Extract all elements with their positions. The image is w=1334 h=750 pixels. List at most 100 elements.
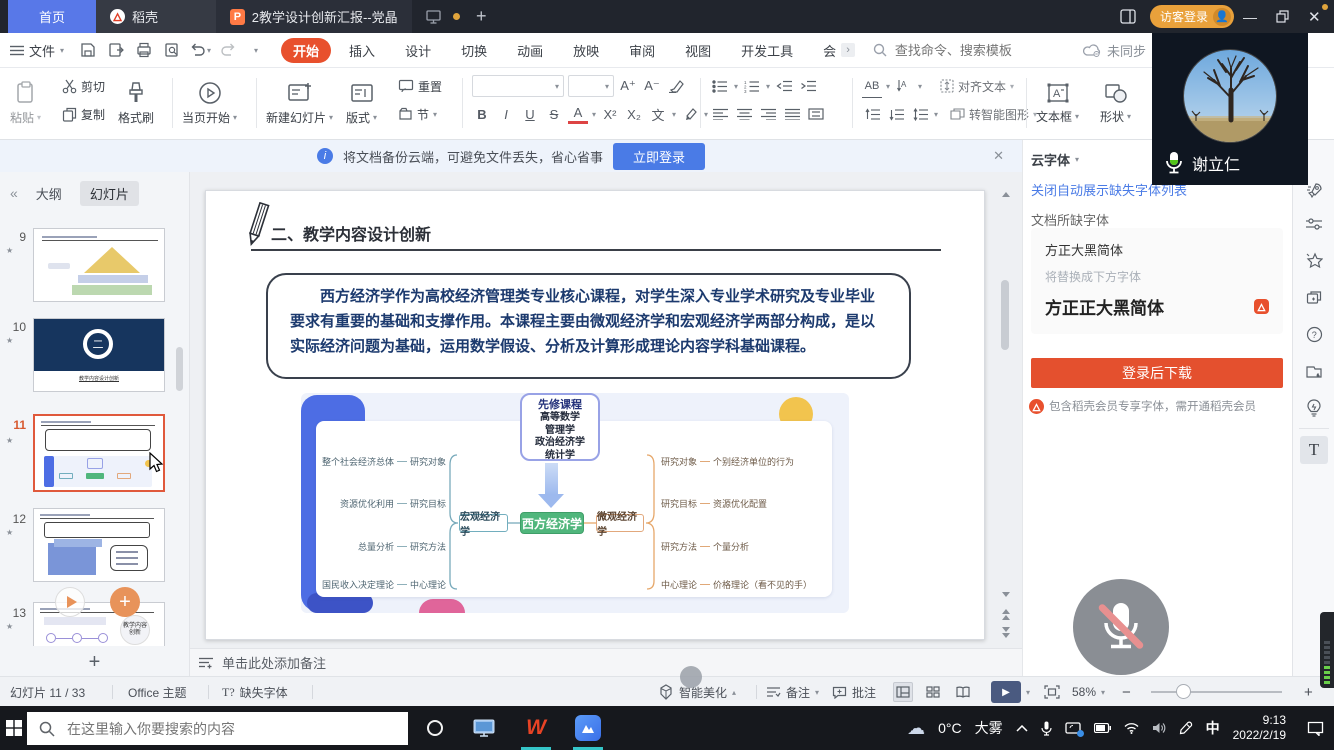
close-notification-icon[interactable]: ✕	[993, 148, 1004, 164]
mute-toggle-button[interactable]	[1073, 579, 1169, 675]
command-search[interactable]	[873, 42, 1043, 59]
new-slide-button[interactable]: 新建幻灯片▾	[266, 72, 333, 134]
pinyin-button[interactable]: 文	[648, 102, 668, 126]
slide-thumbnail-9[interactable]	[33, 228, 165, 302]
mic-tray-icon[interactable]	[1041, 721, 1052, 736]
scroll-down-icon[interactable]	[998, 590, 1014, 599]
slide-thumbnail-12[interactable]	[33, 508, 165, 582]
effects-star-icon[interactable]	[1302, 248, 1326, 272]
restore-button[interactable]	[1276, 0, 1289, 33]
paste-button[interactable]: 粘贴▾	[10, 72, 41, 134]
play-from-current-button[interactable]: 当页开始▾	[182, 72, 237, 134]
menu-tab-review[interactable]: 审阅	[617, 38, 667, 63]
numbered-list-button[interactable]: 123	[742, 74, 762, 98]
zoom-slider-knob[interactable]	[1176, 684, 1191, 699]
undo-icon[interactable]: ▾	[189, 39, 211, 61]
italic-button[interactable]: I	[496, 102, 516, 126]
panel-title[interactable]: 云字体 ▾	[1031, 150, 1079, 169]
align-text-button[interactable]: 对齐文本▾	[940, 72, 1014, 100]
print-preview-icon[interactable]	[161, 39, 183, 61]
play-options-caret[interactable]: ▾	[1026, 677, 1030, 707]
duplicate-window-icon[interactable]	[1302, 285, 1326, 309]
shapes-button[interactable]: 形状▾	[1100, 72, 1131, 134]
chevron-right-icon[interactable]: ›	[841, 43, 855, 57]
wps-app-icon[interactable]: W	[514, 706, 558, 750]
menu-tab-view[interactable]: 视图	[673, 38, 723, 63]
current-slide[interactable]: 二、教学内容设计创新 西方经济学作为高校经济管理类专业核心课程，对学生深入专业学…	[205, 190, 985, 640]
missing-font-status[interactable]: T? 缺失字体	[222, 677, 288, 707]
speaker-icon[interactable]	[1152, 722, 1166, 734]
line-spacing-button[interactable]	[910, 102, 930, 126]
login-now-button[interactable]: 立即登录	[613, 143, 705, 170]
slide-editor[interactable]: 二、教学内容设计创新 西方经济学作为高校经济管理类专业核心课程，对学生深入专业学…	[190, 172, 1022, 648]
comments-button[interactable]: 批注	[832, 677, 876, 707]
zoom-out-button[interactable]: −	[1122, 677, 1131, 707]
adjust-sliders-icon[interactable]	[1302, 212, 1326, 236]
print-icon[interactable]	[133, 39, 155, 61]
increase-font-button[interactable]: A⁺	[618, 74, 638, 98]
text-box-button[interactable]: A 文本框▾	[1036, 72, 1079, 134]
meeting-video-overlay[interactable]: 谢立仁	[1152, 33, 1308, 185]
decrease-indent-button[interactable]	[774, 74, 794, 98]
thumbnails-scrollbar[interactable]	[176, 347, 183, 391]
slide-thumbnail-11-selected[interactable]	[33, 414, 165, 492]
tab-outline[interactable]: 大纲	[36, 184, 62, 203]
menu-tab-slideshow[interactable]: 放映	[561, 38, 611, 63]
align-left-button[interactable]	[710, 102, 730, 126]
intro-text-box[interactable]: 西方经济学作为高校经济管理类专业核心课程，对学生深入专业学术研究及专业毕业要求有…	[266, 273, 911, 379]
layout-button[interactable]: 版式▾	[346, 72, 377, 134]
mindmap-graphic[interactable]: 先修课程 高等数学 管理学 政治经济学 统计学 西方经济学 宏观经济学 微观经济…	[301, 393, 849, 613]
next-slide-button[interactable]	[998, 626, 1014, 638]
zoom-in-button[interactable]: +	[1304, 677, 1313, 707]
reading-view-button[interactable]	[953, 682, 973, 702]
taskbar-search-input[interactable]	[65, 720, 365, 738]
cut-button[interactable]: 剪切	[62, 72, 105, 100]
zoom-slider-track[interactable]	[1151, 691, 1282, 693]
thumb-add-button[interactable]: +	[110, 587, 140, 617]
format-painter-button[interactable]: 格式刷	[118, 72, 154, 134]
ime-indicator[interactable]: 中	[1206, 718, 1220, 738]
normal-view-button[interactable]	[893, 682, 913, 702]
add-slide-button[interactable]: +	[0, 648, 190, 676]
line-spacing-up-button[interactable]	[862, 102, 882, 126]
screen-share-tray-icon[interactable]	[1065, 722, 1081, 735]
download-after-login-button[interactable]: 登录后下载	[1031, 358, 1283, 388]
action-center-icon[interactable]	[1307, 721, 1324, 736]
font-family-select[interactable]: ▾	[472, 75, 564, 97]
align-center-button[interactable]	[734, 102, 754, 126]
command-search-input[interactable]	[893, 42, 1043, 59]
decrease-font-button[interactable]: A⁻	[642, 74, 662, 98]
menu-tab-design[interactable]: 设计	[393, 38, 443, 63]
slide-sorter-view-button[interactable]	[923, 682, 943, 702]
highlight-button[interactable]	[680, 102, 700, 126]
new-tab-button[interactable]: +	[476, 6, 487, 27]
theme-name[interactable]: Office 主题	[128, 677, 186, 707]
clear-format-icon[interactable]	[666, 74, 686, 98]
menu-tab-transition[interactable]: 切换	[449, 38, 499, 63]
slide-title[interactable]: 二、教学内容设计创新	[271, 221, 431, 245]
taskbar-clock[interactable]: 9:13 2022/2/19	[1233, 713, 1286, 743]
taskbar-search[interactable]	[27, 712, 408, 745]
cortana-icon[interactable]	[415, 706, 455, 750]
slide-thumbnail-13[interactable]: 教学内容创新	[33, 602, 165, 646]
slide-thumbnail-10[interactable]: 二 教学内容设计创新	[33, 318, 165, 392]
close-button[interactable]: ✕	[1308, 0, 1321, 33]
bullet-list-button[interactable]	[710, 74, 730, 98]
slideshow-play-button[interactable]: ▶	[991, 681, 1021, 703]
reset-button[interactable]: 重置	[398, 72, 442, 100]
align-right-button[interactable]	[758, 102, 778, 126]
distribute-button[interactable]	[806, 102, 826, 126]
font-size-select[interactable]: ▾	[568, 75, 614, 97]
toggle-sidebar-icon[interactable]	[1120, 0, 1136, 33]
toolbar-options-icon[interactable]: ▾	[245, 39, 267, 61]
save-icon[interactable]	[77, 39, 99, 61]
underline-button[interactable]: U	[520, 102, 540, 126]
strikethrough-button[interactable]: S	[544, 102, 564, 126]
present-monitor-icon[interactable]	[426, 10, 441, 24]
section-button[interactable]: 节 ▾	[398, 100, 442, 128]
menu-tab-animation[interactable]: 动画	[505, 38, 555, 63]
battery-icon[interactable]	[1094, 723, 1111, 733]
slide-scrollbar[interactable]	[998, 172, 1014, 648]
notes-toggle-button[interactable]: 备注 ▾	[766, 677, 819, 707]
superscript-button[interactable]: X²	[600, 102, 620, 126]
